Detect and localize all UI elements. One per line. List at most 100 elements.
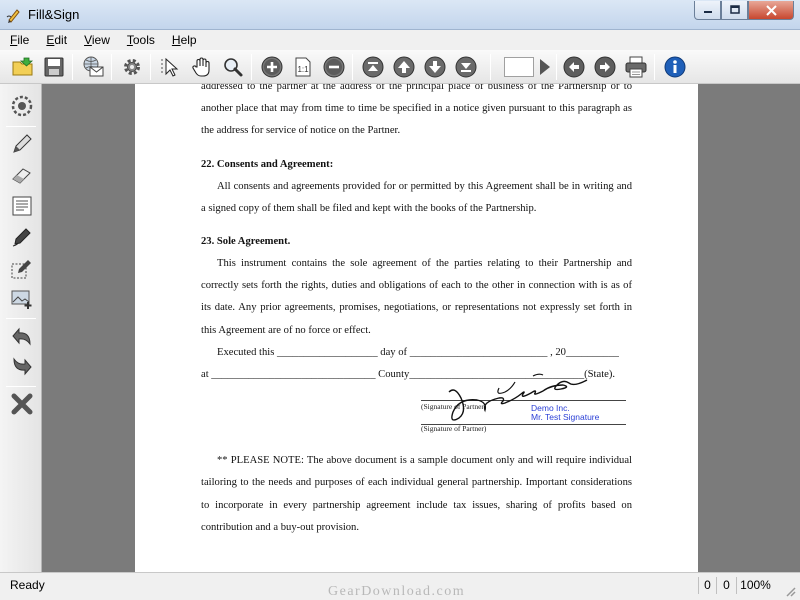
zoom-in-icon [261,56,283,78]
about-button[interactable] [662,54,688,80]
paragraph-intro: addressed to the partner at the address … [201,84,632,137]
stamp-tool-button[interactable] [8,92,36,120]
resize-grip-icon[interactable] [784,585,796,597]
toolbar-separator [111,54,112,80]
minimize-icon [703,11,712,13]
pencil-icon [13,134,32,153]
toolbar-separator [72,54,73,80]
previous-page-button[interactable] [391,54,417,80]
back-button[interactable] [561,54,587,80]
signature-field-tool-button[interactable] [8,254,36,282]
toolbar-separator [352,54,353,80]
tool-separator [6,126,36,127]
email-button[interactable] [80,54,106,80]
open-folder-icon [12,56,34,76]
arrow-up-icon [393,56,415,78]
document-page[interactable]: addressed to the partner at the address … [135,84,698,572]
text-block-icon [12,196,32,216]
status-x: 0 [698,577,716,594]
go-to-page-button[interactable] [532,54,558,80]
menu-file[interactable]: File [8,33,31,47]
arrow-down-icon [424,56,446,78]
close-icon [765,4,777,16]
redo-button[interactable] [8,353,36,381]
menu-tools[interactable]: Tools [125,33,157,47]
eraser-tool-button[interactable] [8,161,36,189]
print-button[interactable] [623,54,649,80]
magnifier-icon [224,58,243,77]
heading-23: 23. Sole Agreement. [201,236,291,248]
window-controls [694,1,794,20]
maximize-icon [729,5,740,14]
pencil-tool-button[interactable] [8,130,36,158]
printer-icon [625,56,647,78]
undo-button[interactable] [8,322,36,350]
info-icon [664,56,686,78]
tool-separator [6,386,36,387]
menu-help[interactable]: Help [170,33,199,47]
last-page-button[interactable] [453,54,479,80]
menu-tools-label: ools [132,33,155,47]
redo-arrow-icon [13,357,32,376]
status-bar: Ready GearDownload.com 0 0 100% [0,572,800,600]
toolbar-separator [556,54,557,80]
tool-separator [6,318,36,319]
document-text: addressed to the partner at the address … [201,84,632,539]
pen-tool-button[interactable] [8,223,36,251]
page-number-input[interactable] [504,57,534,77]
delete-button[interactable] [8,390,36,418]
paragraph-22: All consents and agreements provided for… [201,180,632,214]
menu-view[interactable]: View [82,33,112,47]
next-page-button[interactable] [422,54,448,80]
open-button[interactable] [10,54,36,80]
minimize-button[interactable] [694,1,721,20]
hand-icon [192,57,210,77]
select-tool-button[interactable] [158,54,184,80]
first-page-icon [362,56,384,78]
annotation-toolbar [0,84,42,572]
zoom-in-button[interactable] [259,54,285,80]
executed-line: Executed this ___________________ day of… [217,346,619,358]
menu-help-label: elp [180,33,197,47]
county-line: at _______________________________ Count… [201,369,616,381]
status-text: Ready [10,578,45,592]
save-disk-icon [44,57,64,77]
toolbar-separator [490,54,491,80]
actual-size-button[interactable]: 1:1 [290,54,316,80]
email-globe-icon [83,56,104,77]
pan-tool-button[interactable] [189,54,215,80]
forward-button[interactable] [592,54,618,80]
toolbar-separator [654,54,655,80]
menu-edit[interactable]: Edit [44,33,69,47]
toolbar-separator [251,54,252,80]
paragraph-23: This instrument contains the sole agreem… [201,258,632,336]
menu-file-label: ile [17,33,30,47]
image-tool-button[interactable] [8,285,36,313]
status-y: 0 [716,577,736,594]
close-button[interactable] [748,1,794,20]
text-tool-button[interactable] [8,192,36,220]
settings-button[interactable] [119,54,145,80]
zoom-level: 100% [736,577,774,594]
menu-view-label: iew [91,33,110,47]
pen-icon [12,228,31,247]
forward-arrow-icon [594,56,616,78]
arrow-cursor-icon [161,57,179,77]
menu-edit-label: dit [54,33,68,47]
signature-field-icon [11,260,31,279]
last-page-icon [455,56,477,78]
zoom-out-button[interactable] [321,54,347,80]
maximize-button[interactable] [721,1,748,20]
stamp-icon [11,95,33,117]
note-paragraph: ** PLEASE NOTE: The above document is a … [201,455,632,533]
zoom-tool-button[interactable] [220,54,246,80]
save-button[interactable] [41,54,67,80]
add-image-icon [11,290,32,309]
first-page-button[interactable] [360,54,386,80]
toolbar-separator [150,54,151,80]
svg-text:1:1: 1:1 [297,65,309,74]
play-arrow-icon [540,59,550,75]
document-workspace[interactable]: addressed to the partner at the address … [42,84,800,572]
menu-help-key: H [171,33,181,47]
